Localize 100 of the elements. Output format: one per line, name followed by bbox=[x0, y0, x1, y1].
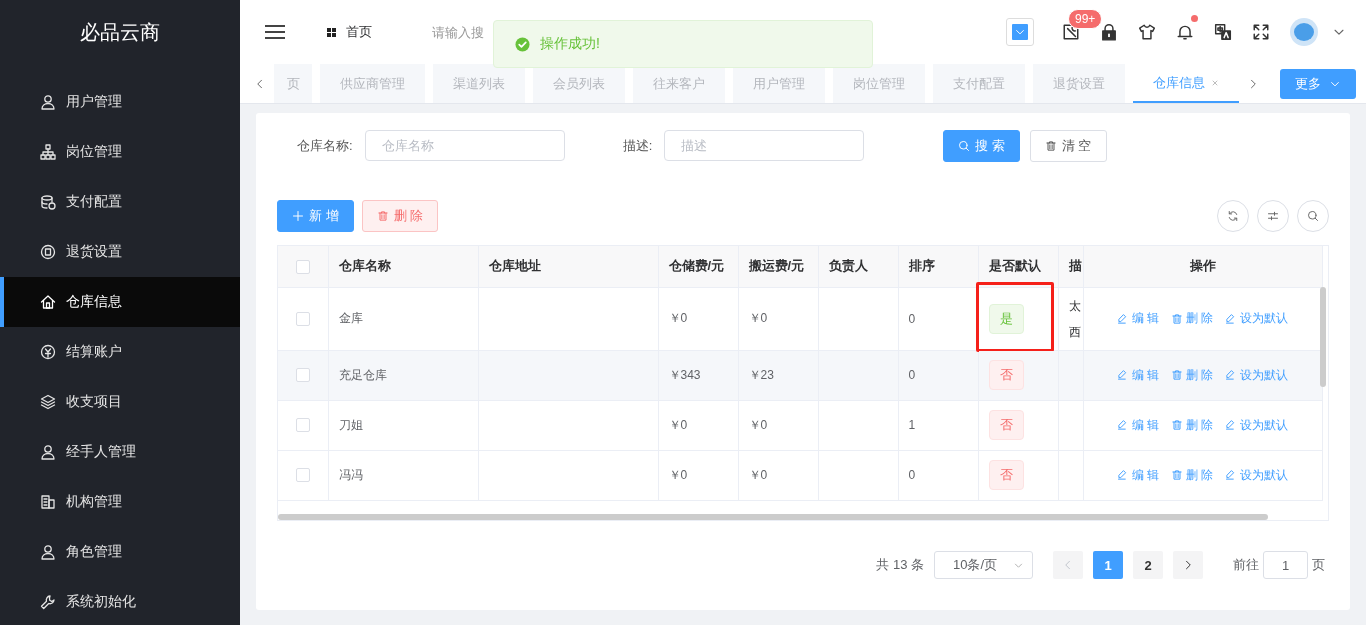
tab[interactable]: 退货设置 bbox=[1033, 64, 1125, 103]
total-count: 共 13 条 bbox=[876, 556, 924, 574]
tab[interactable]: 供应商管理 bbox=[320, 64, 425, 103]
close-icon[interactable] bbox=[1211, 78, 1219, 87]
pencil-icon bbox=[1116, 419, 1129, 431]
page-button[interactable]: 2 bbox=[1133, 551, 1163, 579]
row-checkbox[interactable] bbox=[295, 468, 310, 483]
table-cell: 充足仓库 bbox=[338, 367, 387, 382]
person-icon bbox=[40, 544, 56, 560]
search-icon bbox=[958, 139, 971, 152]
page-button[interactable]: 1 bbox=[1093, 551, 1123, 579]
hierarchy-icon bbox=[40, 144, 56, 160]
row-checkbox[interactable] bbox=[295, 368, 310, 383]
sidebar-item[interactable]: 用户管理 bbox=[0, 77, 240, 127]
count-badge: 99+ bbox=[1068, 9, 1103, 29]
delete-button[interactable]: 删 除 bbox=[361, 199, 439, 232]
edit-link[interactable]: 设为默认 bbox=[1225, 416, 1289, 434]
row-checkbox[interactable] bbox=[295, 311, 310, 326]
shirt-icon[interactable] bbox=[1138, 23, 1156, 41]
horizontal-scrollbar[interactable] bbox=[278, 514, 1268, 520]
table-cell: ￥23 bbox=[748, 367, 774, 382]
trash-icon bbox=[1171, 469, 1183, 481]
table-cell: 1 bbox=[908, 418, 916, 432]
edit-link[interactable]: 设为默认 bbox=[1225, 366, 1289, 384]
tab[interactable]: 支付配置 bbox=[933, 64, 1025, 103]
edit-link[interactable]: 编 辑 bbox=[1116, 366, 1159, 384]
row-checkbox[interactable] bbox=[295, 418, 310, 433]
edit-link[interactable]: 编 辑 bbox=[1116, 466, 1159, 484]
tab[interactable]: 岗位管理 bbox=[833, 64, 925, 103]
clear-button[interactable]: 清 空 bbox=[1029, 129, 1107, 162]
table-cell: 刀姐 bbox=[338, 417, 363, 432]
delete-link[interactable]: 删 除 bbox=[1171, 416, 1214, 434]
table-cell: ￥0 bbox=[748, 417, 768, 432]
person-icon bbox=[40, 94, 56, 110]
table-cell: 0 bbox=[908, 368, 916, 382]
edit-link[interactable]: 编 辑 bbox=[1116, 416, 1159, 434]
page-size-select[interactable]: 10条/页 bbox=[934, 551, 1033, 579]
column-header: 仓库地址 bbox=[478, 246, 658, 287]
table-cell: 金库 bbox=[338, 311, 363, 325]
fullscreen-icon[interactable] bbox=[1252, 23, 1270, 41]
coin-icon bbox=[40, 344, 56, 360]
circle-icon bbox=[40, 244, 56, 260]
table-cell-text: 太西 bbox=[1068, 297, 1081, 341]
sidebar-item[interactable]: 角色管理 bbox=[0, 527, 240, 577]
select-all-checkbox[interactable] bbox=[295, 260, 310, 275]
table-cell: 0 bbox=[908, 311, 916, 326]
sliders-icon bbox=[1267, 209, 1279, 222]
page-number-field[interactable]: 1 bbox=[1263, 551, 1308, 579]
sidebar-item[interactable]: 仓库信息 bbox=[0, 277, 240, 327]
check-circle-icon bbox=[515, 36, 530, 52]
sidebar-item[interactable]: 机构管理 bbox=[0, 477, 240, 527]
refresh-icon bbox=[1227, 209, 1239, 222]
delete-link[interactable]: 删 除 bbox=[1171, 310, 1214, 327]
trash-icon bbox=[1171, 419, 1183, 431]
search-button[interactable]: 搜 索 bbox=[943, 129, 1020, 162]
column-header: 描 bbox=[1058, 246, 1083, 287]
menu-icon[interactable] bbox=[265, 24, 285, 40]
sidebar-item[interactable]: 支付配置 bbox=[0, 177, 240, 227]
trash-icon bbox=[1044, 139, 1057, 152]
sidebar-item[interactable]: 经手人管理 bbox=[0, 427, 240, 477]
vertical-scrollbar[interactable] bbox=[1320, 287, 1326, 387]
breadcrumb-link[interactable]: 首页 bbox=[346, 23, 372, 41]
column-header: 排序 bbox=[898, 246, 978, 287]
status-tag: 否 bbox=[988, 360, 1024, 390]
person-icon bbox=[40, 444, 56, 460]
toast-message: 操作成功! bbox=[540, 35, 600, 53]
sidebar-item[interactable]: 系统初始化 bbox=[0, 577, 240, 625]
house-icon bbox=[40, 294, 56, 310]
bell-icon[interactable] bbox=[1176, 23, 1194, 41]
add-button[interactable]: 新 增 bbox=[277, 199, 354, 232]
input-field[interactable]: 仓库名称 bbox=[364, 130, 565, 161]
sidebar-item[interactable]: 收支项目 bbox=[0, 377, 240, 427]
edit-link[interactable]: 设为默认 bbox=[1225, 466, 1289, 484]
app-logo: 必品云商 bbox=[79, 19, 161, 45]
delete-link[interactable]: 删 除 bbox=[1171, 366, 1214, 384]
table-cell: ￥0 bbox=[748, 467, 768, 482]
pencil-icon bbox=[1116, 312, 1129, 325]
translate-icon[interactable] bbox=[1214, 23, 1232, 41]
lock-icon[interactable] bbox=[1100, 23, 1118, 41]
dropdown-button[interactable] bbox=[1006, 18, 1034, 46]
column-header: 仓库名称 bbox=[328, 246, 478, 287]
sidebar-item[interactable]: 岗位管理 bbox=[0, 127, 240, 177]
delete-link[interactable]: 删 除 bbox=[1171, 466, 1214, 484]
table-cell: ￥0 bbox=[668, 467, 688, 482]
chevron-icon bbox=[1012, 24, 1028, 40]
field-label: 仓库名称: bbox=[297, 136, 353, 155]
column-header: 负责人 bbox=[818, 246, 898, 287]
table-cell: ￥0 bbox=[748, 311, 768, 325]
sidebar-item[interactable]: 结算账户 bbox=[0, 327, 240, 377]
more-button[interactable]: 更多 bbox=[1280, 68, 1356, 99]
edit-link[interactable]: 设为默认 bbox=[1225, 310, 1289, 327]
table-cell: 0 bbox=[908, 468, 916, 482]
tab[interactable]: 渠道列表 bbox=[433, 64, 525, 103]
edit-link[interactable]: 编 辑 bbox=[1116, 310, 1159, 327]
sidebar-item[interactable]: 退货设置 bbox=[0, 227, 240, 277]
avatar[interactable] bbox=[1290, 18, 1318, 46]
pencil-icon bbox=[1116, 369, 1129, 381]
goto-label: 前往 bbox=[1233, 556, 1259, 574]
tab[interactable]: 页 bbox=[274, 64, 312, 103]
input-field[interactable]: 描述 bbox=[664, 130, 865, 161]
